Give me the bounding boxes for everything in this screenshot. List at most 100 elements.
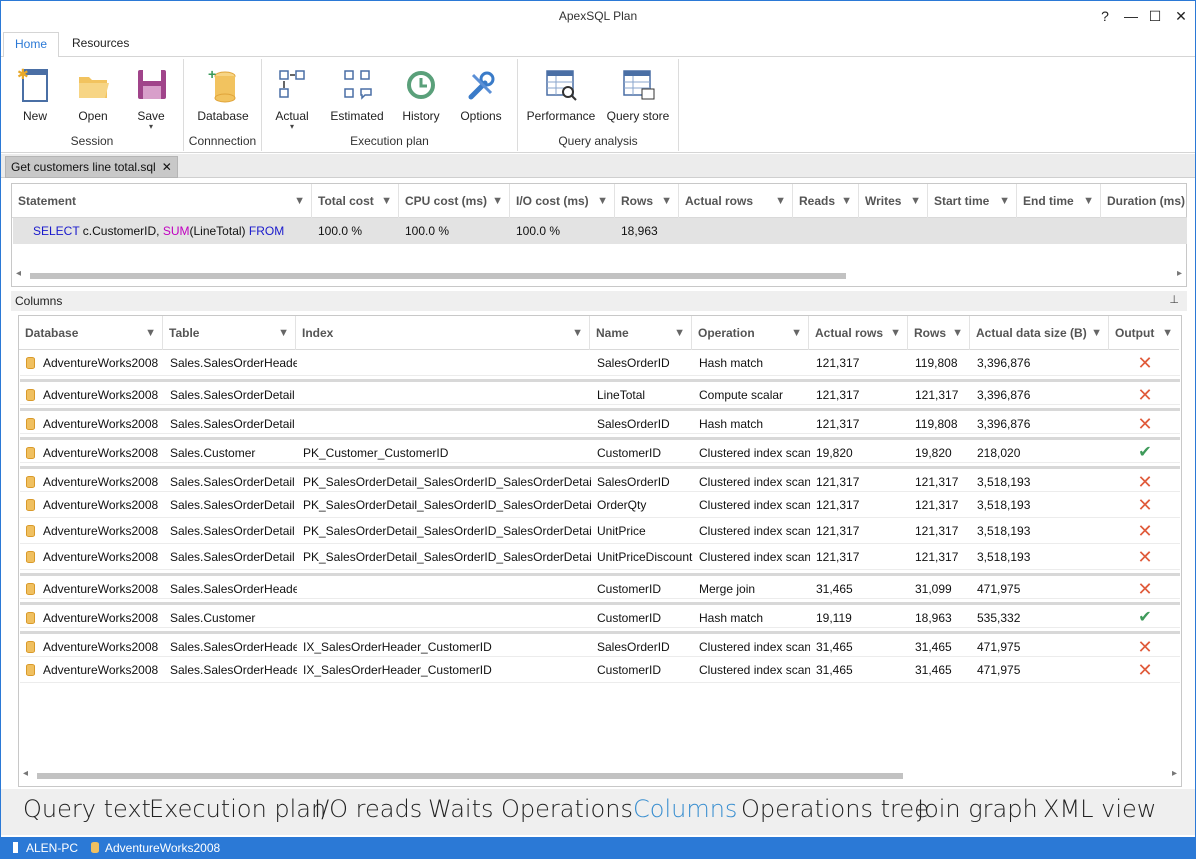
tab-io-reads[interactable]: I/O reads (314, 795, 422, 823)
actual-button[interactable]: Actual ▾ (270, 67, 314, 131)
table-row[interactable]: AdventureWorks2008 Sales.SalesOrderHeader… (20, 631, 1180, 657)
scroll-thumb[interactable] (37, 773, 903, 779)
filter-icon[interactable]: ▼ (381, 184, 392, 218)
history-button[interactable]: History (398, 67, 444, 123)
filter-icon[interactable]: ▼ (674, 316, 685, 350)
filter-icon[interactable]: ▼ (572, 316, 583, 350)
col-rows[interactable]: Rows ▼ (615, 184, 679, 218)
filter-icon[interactable]: ▼ (1162, 316, 1173, 350)
database-icon (26, 525, 35, 537)
statement-hscrollbar[interactable]: ◂ ▸ (14, 268, 1184, 282)
operation-cell: Clustered index scan (699, 498, 810, 512)
table-row[interactable]: AdventureWorks2008 Sales.SalesOrderDetail… (20, 408, 1180, 434)
col-writes[interactable]: Writes ▼ (859, 184, 928, 218)
tab-query-text[interactable]: Query text (23, 795, 151, 823)
columns-hscrollbar[interactable]: ◂ ▸ (21, 768, 1179, 782)
table-row[interactable]: AdventureWorks2008 Sales.SalesOrderHeader… (20, 657, 1180, 683)
table-cell: Sales.SalesOrderDetail (170, 388, 295, 402)
filter-icon[interactable]: ▼ (841, 184, 852, 218)
maximize-button[interactable]: ☐ (1143, 5, 1167, 27)
open-button[interactable]: Open (71, 67, 115, 123)
col-reads[interactable]: Reads ▼ (793, 184, 859, 218)
scroll-right-icon[interactable]: ▸ (1177, 268, 1182, 279)
performance-button[interactable]: Performance (526, 67, 596, 123)
scroll-left-icon[interactable]: ◂ (23, 768, 28, 779)
database-button[interactable]: + Database (194, 66, 252, 123)
col-output[interactable]: Output ▼ (1109, 316, 1179, 350)
filter-icon[interactable]: ▼ (1083, 184, 1094, 218)
bottom-tab-bar: Query text Execution plan I/O reads Wait… (1, 789, 1195, 835)
table-row[interactable]: AdventureWorks2008 Sales.SalesOrderHeader… (20, 573, 1180, 599)
filter-icon[interactable]: ▼ (910, 184, 921, 218)
close-tab-icon[interactable]: ✕ (162, 160, 172, 174)
tab-columns[interactable]: Columns (633, 795, 737, 823)
filter-icon[interactable]: ▼ (294, 184, 305, 218)
database-icon (26, 612, 35, 624)
table-row[interactable]: AdventureWorks2008 Sales.SalesOrderDetail… (20, 466, 1180, 492)
scroll-left-icon[interactable]: ◂ (16, 268, 21, 279)
tab-join-graph[interactable]: Join graph (917, 795, 1038, 823)
col-duration[interactable]: Duration (ms) (1101, 184, 1187, 218)
col-total-cost[interactable]: Total cost ▼ (312, 184, 399, 218)
tab-operations-tree[interactable]: Operations tree (741, 795, 929, 823)
table-row[interactable]: AdventureWorks2008 Sales.SalesOrderDetail… (20, 544, 1180, 570)
table-row[interactable]: AdventureWorks2008 Sales.Customer Customer… (20, 602, 1180, 628)
status-bar: ALEN-PC AdventureWorks2008 (1, 837, 1195, 859)
table-row[interactable]: AdventureWorks2008 Sales.SalesOrderDetail… (20, 518, 1180, 544)
document-tab[interactable]: Get customers line total.sql ✕ (5, 156, 178, 178)
col-index[interactable]: Index ▼ (296, 316, 590, 350)
col-actual-rows[interactable]: Actual rows ▼ (679, 184, 793, 218)
pin-icon[interactable]: ⊥ (1169, 293, 1179, 306)
execution-plan-group: Actual ▾ Estimated History Options Execu… (262, 59, 518, 151)
col-cpu-cost[interactable]: CPU cost (ms) ▼ (399, 184, 510, 218)
tab-resources[interactable]: Resources (61, 32, 140, 57)
col-actual-rows[interactable]: Actual rows ▼ (809, 316, 908, 350)
col-operation[interactable]: Operation ▼ (692, 316, 809, 350)
table-row[interactable]: AdventureWorks2008 Sales.SalesOrderDetail… (20, 492, 1180, 518)
col-start-time[interactable]: Start time ▼ (928, 184, 1017, 218)
scroll-right-icon[interactable]: ▸ (1172, 768, 1177, 779)
tab-home[interactable]: Home (3, 32, 60, 58)
close-button[interactable]: ✕ (1169, 5, 1193, 27)
table-row[interactable]: AdventureWorks2008 Sales.SalesOrderHeader… (20, 350, 1180, 376)
table-cell: Sales.SalesOrderHeader (170, 582, 297, 596)
save-button[interactable]: Save ▾ (129, 67, 173, 131)
options-button[interactable]: Options (456, 67, 506, 123)
cross-icon: ✕ (1137, 353, 1153, 373)
filter-icon[interactable]: ▼ (952, 316, 963, 350)
col-statement[interactable]: Statement ▼ (12, 184, 312, 218)
filter-icon[interactable]: ▼ (492, 184, 503, 218)
filter-icon[interactable]: ▼ (278, 316, 289, 350)
svg-text:✱: ✱ (17, 67, 29, 82)
col-end-time[interactable]: End time ▼ (1017, 184, 1101, 218)
estimated-button[interactable]: Estimated (328, 67, 386, 123)
tab-waits[interactable]: Waits (428, 795, 493, 823)
col-table[interactable]: Table ▼ (163, 316, 296, 350)
table-row[interactable]: AdventureWorks2008 Sales.Customer PK_Custo… (20, 437, 1180, 463)
filter-icon[interactable]: ▼ (145, 316, 156, 350)
col-database[interactable]: Database ▼ (19, 316, 163, 350)
minimize-button[interactable]: — (1119, 5, 1143, 27)
filter-icon[interactable]: ▼ (597, 184, 608, 218)
col-io-cost[interactable]: I/O cost (ms) ▼ (510, 184, 615, 218)
scroll-thumb[interactable] (30, 273, 846, 279)
filter-icon[interactable]: ▼ (1091, 316, 1102, 350)
tab-xml-view[interactable]: XML view (1043, 795, 1156, 823)
tab-operations[interactable]: Operations (501, 795, 633, 823)
col-actual-data-size[interactable]: Actual data size (B) ▼ (970, 316, 1109, 350)
col-name[interactable]: Name ▼ (590, 316, 692, 350)
actual-dropdown-icon[interactable]: ▾ (270, 123, 314, 131)
query-store-button[interactable]: Query store (604, 67, 672, 123)
new-button[interactable]: ✱ New (13, 66, 57, 123)
tab-execution-plan[interactable]: Execution plan (149, 795, 326, 823)
filter-icon[interactable]: ▼ (791, 316, 802, 350)
help-button[interactable]: ? (1093, 5, 1117, 27)
table-row[interactable]: AdventureWorks2008 Sales.SalesOrderDetail… (20, 379, 1180, 405)
filter-icon[interactable]: ▼ (661, 184, 672, 218)
statement-row[interactable]: SELECT c.CustomerID, SUM(LineTotal) FROM… (13, 218, 1187, 244)
col-rows[interactable]: Rows ▼ (908, 316, 970, 350)
filter-icon[interactable]: ▼ (890, 316, 901, 350)
save-dropdown-icon[interactable]: ▾ (129, 123, 173, 131)
filter-icon[interactable]: ▼ (999, 184, 1010, 218)
filter-icon[interactable]: ▼ (775, 184, 786, 218)
